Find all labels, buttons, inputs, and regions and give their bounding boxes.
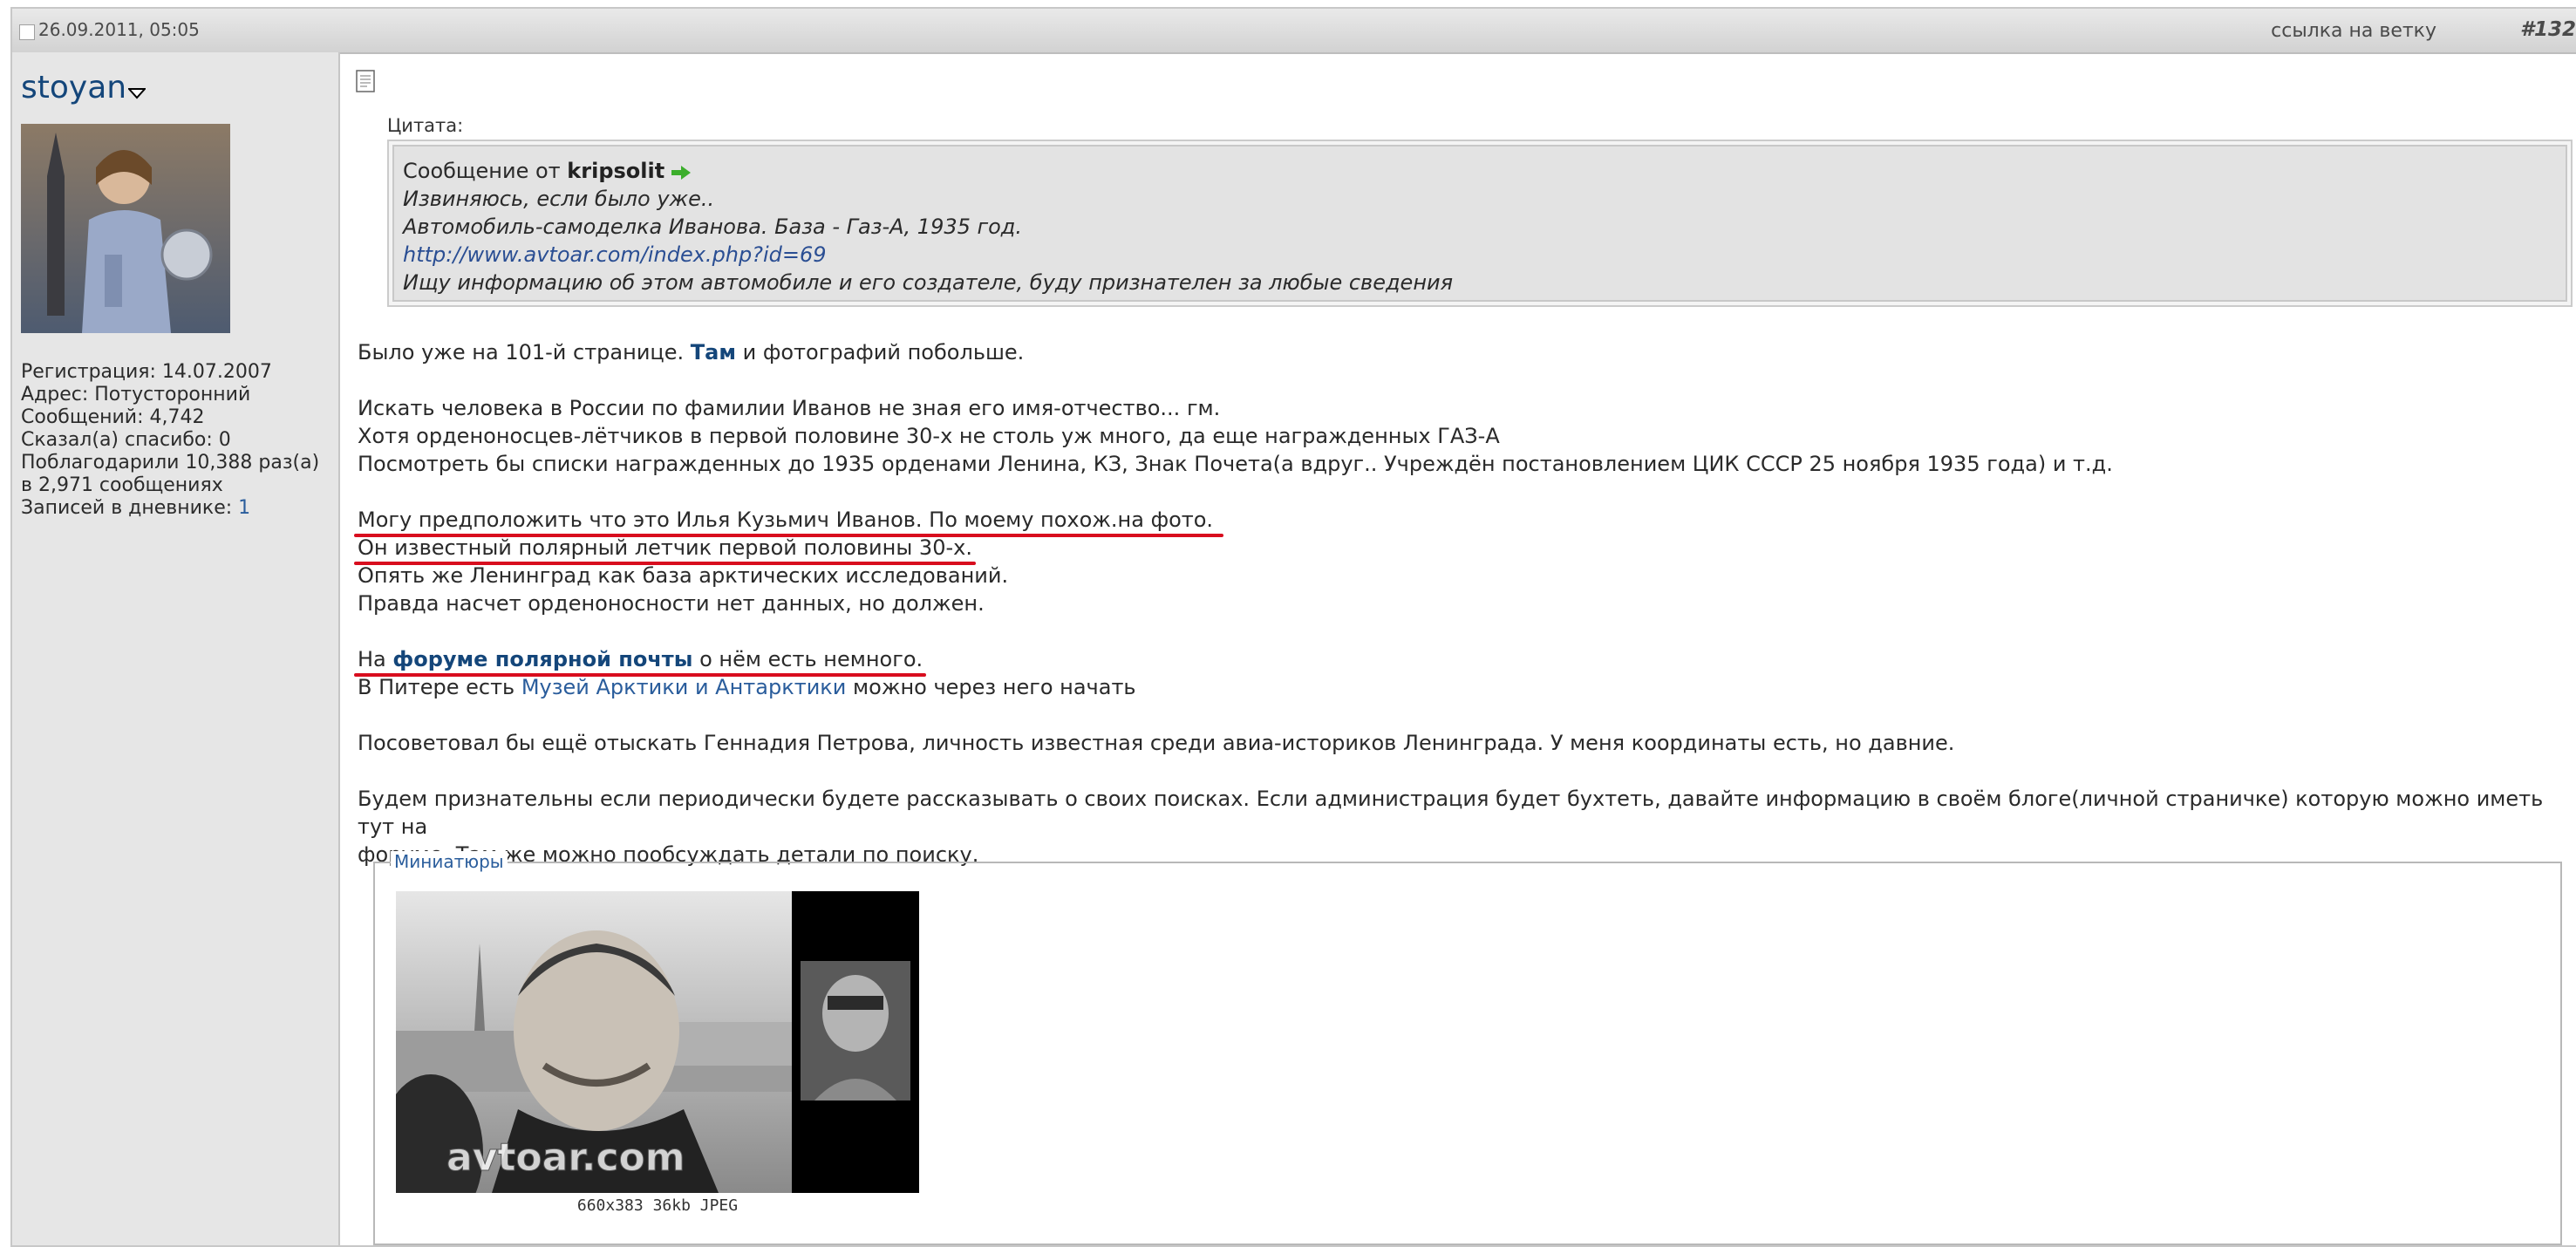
quote-line: Ищу информацию об этом автомобиле и его …	[403, 270, 1454, 295]
dropdown-caret-icon[interactable]	[128, 87, 147, 99]
forum-post: 26.09.2011, 05:05 ссылка на ветку #132 s…	[10, 7, 2576, 1247]
paragraph: В Питере есть Музей Арктики и Антарктики…	[358, 673, 2564, 701]
stat-thanks-given: Сказал(а) спасибо: 0	[21, 429, 231, 451]
message-body: Было уже на 101-й странице. Там и фотогр…	[354, 338, 2564, 869]
quote-line: Автомобиль-самоделка Иванова. База - Газ…	[403, 215, 1023, 239]
paragraph-line: Правда насчет орденоносности нет данных,…	[358, 591, 985, 616]
quote-author[interactable]: kripsolit	[567, 159, 664, 183]
username[interactable]: stoyan	[21, 70, 147, 106]
stat-address: Адрес: Потусторонний	[21, 384, 251, 405]
post-status-icon	[19, 24, 35, 40]
stat-thanked-posts: в 2,971 сообщениях	[21, 474, 223, 496]
text: Было уже на 101-й странице.	[358, 340, 685, 365]
paragraph-line: Будем признательны если периодически буд…	[358, 787, 2544, 839]
paragraph-line: Искать человека в России по фамилии Иван…	[358, 396, 1221, 420]
quote-line: Извиняюсь, если было уже..	[403, 187, 715, 211]
post-number-link[interactable]: #132	[2520, 18, 2576, 41]
paragraph: Посоветовал бы ещё отыскать Геннадия Пет…	[358, 731, 1955, 755]
username-text[interactable]: stoyan	[21, 70, 126, 106]
text: В Питере есть	[358, 675, 515, 699]
red-underline	[354, 562, 976, 565]
thumbnail-photo: avtoar.com	[396, 891, 919, 1193]
thread-link[interactable]: ссылка на ветку	[2271, 20, 2436, 42]
red-underline	[354, 673, 927, 677]
thumbnail-image[interactable]: avtoar.com	[396, 891, 919, 1193]
text: и фотографий побольше.	[742, 340, 1025, 365]
post-header: 26.09.2011, 05:05 ссылка на ветку #132	[12, 9, 2576, 54]
text: о нём есть немного.	[699, 647, 923, 671]
post-content: Цитата: Сообщение от kripsolit Извиняюсь…	[340, 52, 2576, 1245]
stat-thanks-received: Поблагодарили 10,388 раз(а)	[21, 452, 320, 474]
user-stats: Регистрация: 14.07.2007 Адрес: Потусторо…	[21, 361, 335, 520]
quote-block: Сообщение от kripsolit Извиняюсь, если б…	[387, 140, 2573, 307]
diary-label: Записей в дневнике:	[21, 497, 233, 519]
text: можно через него начать	[853, 675, 1136, 699]
text: На	[358, 647, 386, 671]
quote-label: Цитата:	[387, 115, 464, 136]
user-avatar[interactable]	[21, 124, 230, 333]
polar-post-forum-link[interactable]: форуме полярной почты	[392, 647, 692, 671]
quote-link[interactable]: http://www.avtoar.com/index.php?id=69	[403, 242, 827, 267]
attachments-fieldset: Миниатюры avtoar.com 660x383 36kb JPEG	[373, 851, 2562, 1245]
paragraph: Было уже на 101-й странице. Там и фотогр…	[358, 338, 2564, 366]
stat-posts: Сообщений: 4,742	[21, 406, 205, 428]
stat-registration: Регистрация: 14.07.2007	[21, 361, 272, 383]
user-info-panel: stoyan Регистрация: 14.07.2007 Адрес: По…	[12, 52, 340, 1245]
underlined-line: Могу предположить что это Илья Кузьмич И…	[354, 506, 1224, 537]
watermark-text: avtoar.com	[446, 1135, 685, 1180]
view-post-arrow-icon[interactable]	[671, 166, 691, 180]
post-date: 26.09.2011, 05:05	[38, 19, 200, 40]
quote-header: Сообщение от kripsolit	[403, 157, 1453, 185]
text: Он известный полярный летчик первой поло…	[358, 535, 972, 560]
quote-from-label: Сообщение от	[403, 159, 561, 183]
arctic-museum-link[interactable]: Музей Арктики и Антарктики	[521, 675, 847, 699]
paragraph-line: Хотя орденоносцев-лётчиков в первой поло…	[358, 424, 1500, 448]
paragraph-line: Опять же Ленинград как база арктических …	[358, 563, 1009, 588]
text: Могу предположить что это Илья Кузьмич И…	[358, 508, 1214, 532]
thumbnail-caption: 660x383 36kb JPEG	[576, 1196, 739, 1215]
attachments-legend: Миниатюры	[391, 851, 508, 872]
underlined-line: На форуме полярной почты о нём есть немн…	[354, 645, 927, 677]
underlined-line: Он известный полярный летчик первой поло…	[354, 534, 976, 565]
post-icon	[356, 70, 375, 92]
avatar-image	[21, 124, 230, 333]
there-link[interactable]: Там	[691, 340, 736, 365]
paragraph-line: Посмотреть бы списки награжденных до 193…	[358, 452, 2113, 476]
thumbnail[interactable]: avtoar.com 660x383 36kb JPEG	[396, 891, 919, 1219]
diary-count-link[interactable]: 1	[238, 497, 250, 519]
stat-diary: Записей в дневнике: 1	[21, 497, 335, 520]
